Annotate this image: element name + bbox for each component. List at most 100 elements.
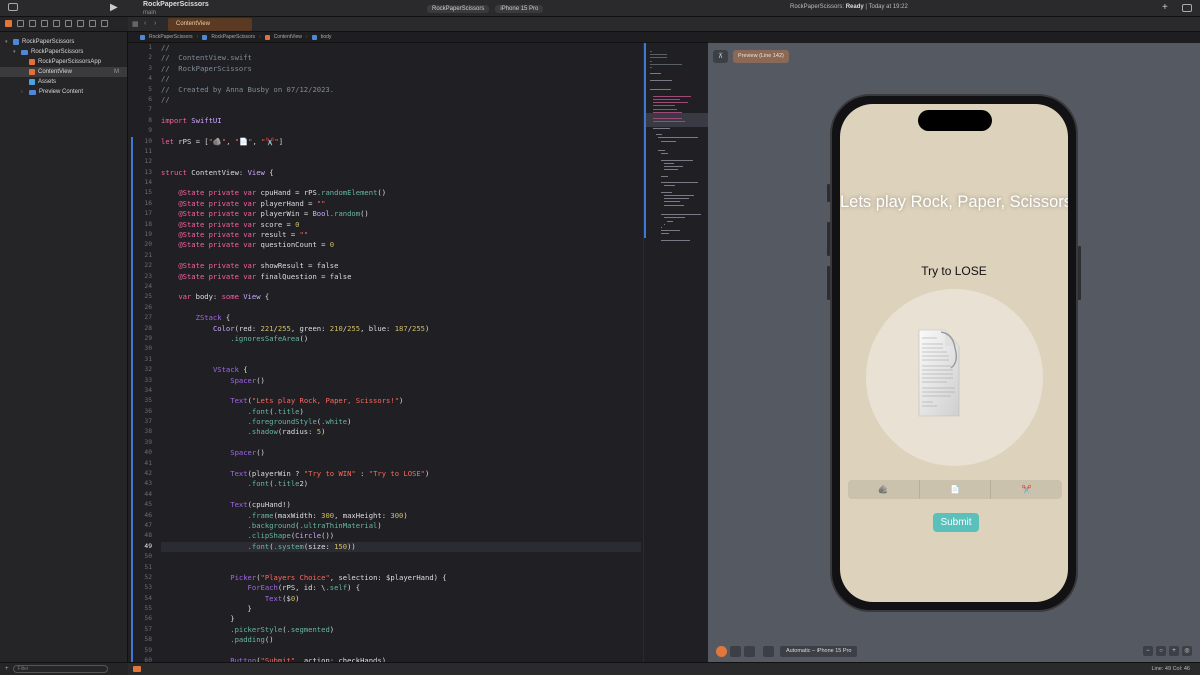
scheme-device[interactable]: iPhone 15 Pro [495,4,544,13]
picker-option-scissors[interactable]: ✂️ [991,480,1062,499]
code-line[interactable]: ​ [161,552,641,562]
minimap[interactable] [643,43,709,662]
source-control-icon[interactable] [17,20,24,27]
code-line[interactable]: .font(.title) [161,407,641,417]
zoom-out-icon[interactable]: − [1143,646,1153,656]
file-tree-item[interactable]: Assets [0,77,127,87]
symbol-navigator-icon[interactable] [29,20,36,27]
forward-arrow-icon[interactable]: › [154,20,156,27]
code-line[interactable]: let rPS = ["🪨", "📄", "✂️"] [161,137,641,147]
preview-device-selector[interactable]: Automatic – iPhone 15 Pro [780,646,858,657]
code-line[interactable]: ​ [161,646,641,656]
code-line[interactable]: Picker("Players Choice", selection: $pla… [161,573,641,583]
report-navigator-icon[interactable] [101,20,108,27]
jump-file[interactable]: ContentView [274,34,302,40]
code-line[interactable]: .ignoresSafeArea() [161,334,641,344]
breakpoint-navigator-icon[interactable] [89,20,96,27]
submit-button[interactable]: Submit [933,513,979,532]
file-tree-item[interactable]: ▾ RockPaperScissors [0,37,127,47]
file-tree-item[interactable]: ContentView M [0,67,127,77]
file-tree-item[interactable]: ▾ RockPaperScissors [0,47,127,57]
scheme-selector[interactable]: RockPaperScissors iPhone 15 Pro [427,3,544,14]
picker-option-rock[interactable]: 🪨 [848,480,920,499]
code-line[interactable]: .frame(maxWidth: 300, maxHeight: 300) [161,511,641,521]
picker-option-paper[interactable]: 📄 [920,480,992,499]
disclosure-chevron-icon[interactable]: › [21,87,26,97]
disclosure-chevron-icon[interactable]: ▾ [5,37,10,47]
code-line[interactable]: Text(playerWin ? "Try to WIN" : "Try to … [161,469,641,479]
code-line[interactable]: } [161,604,641,614]
variants-icon[interactable] [744,646,755,657]
code-line[interactable]: ZStack { [161,313,641,323]
code-line[interactable]: ​ [161,438,641,448]
jump-symbol[interactable]: body [321,34,332,40]
code-line[interactable]: // Created by Anna Busby on 07/12/2023. [161,85,641,95]
code-line[interactable]: struct ContentView: View { [161,168,641,178]
code-line[interactable]: var body: some View { [161,292,641,302]
code-line[interactable]: // [161,43,641,53]
code-line[interactable]: .background(.ultraThinMaterial) [161,521,641,531]
code-line[interactable]: ​ [161,105,641,115]
code-line[interactable]: ​ [161,282,641,292]
code-line[interactable]: } [161,614,641,624]
code-line[interactable]: @State private var showResult = false [161,261,641,271]
tab-contentview[interactable]: ContentView [168,18,252,31]
test-navigator-icon[interactable] [65,20,72,27]
pin-icon[interactable]: ⊼ [713,50,728,63]
issue-navigator-icon[interactable] [53,20,60,27]
toggle-inspector-icon[interactable] [1182,4,1192,12]
code-line[interactable]: .font(.system(size: 150)) [161,541,641,553]
code-line[interactable]: Color(red: 221/255, green: 210/255, blue… [161,324,641,334]
code-line[interactable]: ​ [161,126,641,136]
code-line[interactable]: ​ [161,344,641,354]
code-line[interactable]: .padding() [161,635,641,645]
players-choice-picker[interactable]: 🪨 📄 ✂️ [848,480,1062,499]
toggle-navigator-icon[interactable] [8,3,18,11]
code-line[interactable]: @State private var questionCount = 0 [161,240,641,250]
zoom-100-icon[interactable]: ○ [1156,646,1166,656]
code-line[interactable]: @State private var score = 0 [161,220,641,230]
code-line[interactable]: // ContentView.swift [161,53,641,63]
code-line[interactable]: ​ [161,303,641,313]
debug-navigator-icon[interactable] [77,20,84,27]
debug-area-icon[interactable] [133,666,141,672]
code-line[interactable]: .foregroundStyle(.white) [161,417,641,427]
find-navigator-icon[interactable] [41,20,48,27]
grid-icon[interactable]: ▦ [132,20,139,28]
source-editor[interactable]: 1 2 3 4 5 6 7 8 9 10 11 12 13 14 15 16 17 18 19 20 21 22 23 24 2… [128,43,643,662]
code-line[interactable]: Text(cpuHand!) [161,500,641,510]
run-icon[interactable]: ▶ [110,2,118,13]
code-line[interactable]: // [161,74,641,84]
code-line[interactable]: @State private var playerHand = "" [161,199,641,209]
project-navigator-icon[interactable] [5,20,12,27]
jump-folder[interactable]: RockPaperScissors [211,34,255,40]
file-tree-item[interactable]: › Preview Content [0,87,127,97]
disclosure-chevron-icon[interactable]: ▾ [13,47,18,57]
back-arrow-icon[interactable]: ‹ [144,20,146,27]
zoom-in-icon[interactable]: + [1169,646,1179,656]
code-line[interactable]: ​ [161,563,641,573]
code-line[interactable]: .font(.title2) [161,479,641,489]
code-line[interactable]: @State private var playerWin = Bool.rand… [161,209,641,219]
code-line[interactable]: @State private var result = "" [161,230,641,240]
code-line[interactable]: // RockPaperScissors [161,64,641,74]
code-line[interactable]: import SwiftUI [161,116,641,126]
code-line[interactable]: .clipShape(Circle()) [161,531,641,541]
add-file-icon[interactable]: + [5,666,9,672]
code-line[interactable]: Text($0) [161,594,641,604]
add-icon[interactable]: + [1162,2,1168,13]
minimap-viewport[interactable] [644,113,709,127]
filter-input[interactable]: Filter [12,665,108,673]
code-line[interactable]: // [161,95,641,105]
preview-label[interactable]: Preview (Line 142) [733,50,789,63]
code-line[interactable]: ForEach(rPS, id: \.self) { [161,583,641,593]
device-settings-icon[interactable] [763,646,774,657]
code-line[interactable]: ​ [161,178,641,188]
code-line[interactable]: Text("Lets play Rock, Paper, Scissors!") [161,396,641,406]
code-line[interactable]: @State private var finalQuestion = false [161,272,641,282]
jump-project[interactable]: RockPaperScissors [149,34,193,40]
code-line[interactable]: VStack { [161,365,641,375]
code-line[interactable]: ​ [161,459,641,469]
code-line[interactable]: ​ [161,355,641,365]
scheme-target[interactable]: RockPaperScissors [427,4,490,13]
